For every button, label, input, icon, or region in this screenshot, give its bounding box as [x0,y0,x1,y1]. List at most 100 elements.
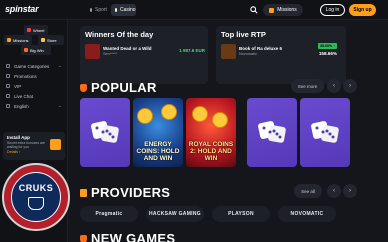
grid-icon [6,64,10,68]
fire-icon [80,83,87,92]
chevron-down-icon: ⌄ [57,103,62,109]
crown-icon [6,84,10,88]
missions-icon [269,7,275,13]
big-win-icon [24,48,28,52]
sidebar-item-live-chat[interactable]: Live Chat [0,91,68,101]
chevron-down-icon: ⌄ [57,63,62,69]
top-rtp-title: Top live RTP [221,30,266,39]
search-icon [250,6,258,14]
provider-name: HACKSAW GAMING [149,211,201,217]
sidebar-item-label: VIP [14,83,22,89]
new-games-title: NEW GAMES [91,231,176,242]
gift-icon [6,74,10,78]
logo-text: spinstar [5,4,39,14]
sidebar-item-language[interactable]: English ⌄ [0,101,68,111]
wheel-icon [27,28,31,32]
new-games-heading: NEW GAMES [80,231,175,242]
crest-icon [28,197,44,210]
signup-button[interactable]: Sign up [349,4,376,16]
missions-tile-label: Missions [13,37,29,43]
sidebar-item-vip[interactable]: VIP [0,81,68,91]
globe-icon [6,104,10,108]
provider-name: NOVOMATIC [290,211,324,217]
sidebar-item-promotions[interactable]: Promotions [0,71,68,81]
popular-heading: POPULAR [80,80,157,95]
providers-title: PROVIDERS [91,185,171,200]
popular-next-button[interactable]: › [343,79,357,93]
providers-heading: PROVIDERS [80,185,170,200]
login-button[interactable]: Log in [320,4,345,16]
nav-sport-button[interactable]: Sport [86,4,108,16]
providers-prev-button[interactable]: ‹ [327,184,341,198]
winner-game-name: Wanted Dead or a Wild [103,46,152,51]
missions-button[interactable]: Missions [263,4,303,16]
coin-icon [161,104,177,120]
star-icon [80,234,87,242]
dice-icon [258,121,286,143]
sidebar-tile-missions[interactable]: Missions [4,35,32,45]
game-title: ENERGY COINS: HOLD AND WIN [136,141,180,162]
nav-casino-button[interactable]: Casino [111,4,136,16]
provider-chip[interactable]: Pragmatic [80,206,138,222]
install-app-card[interactable]: Install App Secret extra bonuses are wai… [3,132,65,160]
provider-chip[interactable]: PLAYSON [212,206,270,222]
rtp-provider: Novomatic [239,52,257,56]
chevron-right-icon: › [349,83,351,89]
winner-user: Sen***** [103,52,118,56]
chevron-right-icon: › [349,188,351,194]
cruks-seal-inner: CRUKS [11,172,61,222]
site-logo[interactable]: spinstar [5,4,39,14]
providers-next-button[interactable]: › [343,184,357,198]
sidebar-item-label: Live Chat [14,93,34,99]
provider-chip[interactable]: NOVOMATIC [278,206,336,222]
provider-name: Pragmatic [95,211,123,217]
signup-label: Sign up [353,7,372,13]
coin-icon [137,108,153,124]
missions-icon [7,38,11,42]
game-card[interactable] [300,98,350,167]
chat-icon [6,94,10,98]
sidebar-menu: Game Categories ⌄ Promotions VIP Live Cha… [0,61,68,111]
ball-icon [90,8,92,12]
see-more-label: See more [297,83,318,89]
cruks-seal[interactable]: CRUKS [2,163,70,231]
sidebar-tile-wheel[interactable]: Wheel [24,25,48,35]
see-all-button[interactable]: See all [294,184,322,198]
nav-casino-label: Casino [120,7,136,13]
missions-label: Missions [277,7,297,13]
see-more-button[interactable]: See more [291,79,324,93]
see-all-label: See all [301,188,315,194]
game-thumbnail [85,43,100,59]
rtp-change-badge: 35.00% ↑ [318,43,337,49]
cruks-seal-text: CRUKS [18,183,54,193]
rtp-value: 158.66% [318,51,337,56]
dice-icon [91,121,119,143]
game-title: ROYAL COINS 2: HOLD AND WIN [188,141,234,162]
winners-card: Winners Of the day Wanted Dead or a Wild… [80,26,208,84]
game-card[interactable]: ENERGY COINS: HOLD AND WIN [133,98,183,167]
box-icon [80,188,87,197]
provider-chip[interactable]: HACKSAW GAMING [146,206,204,222]
rtp-row[interactable]: Book of Ra deluxe 6 Novomatic 35.00% ↑ 1… [221,43,341,59]
sidebar-item-label: Promotions [14,73,37,79]
sidebar-tile-store[interactable]: Store [38,35,64,45]
search-button[interactable] [248,4,260,16]
provider-name: PLAYSON [228,211,254,217]
popular-prev-button[interactable]: ‹ [327,79,341,93]
sidebar-item-game-categories[interactable]: Game Categories ⌄ [0,61,68,71]
install-app-details-link[interactable]: Details › [7,150,61,154]
nav-sport-label: Sport [95,7,107,13]
game-card[interactable] [247,98,297,167]
winner-row[interactable]: Wanted Dead or a Wild Sen***** 1 987.6 E… [85,43,205,59]
install-app-subtitle: Secret extra bonuses are waiting for you [7,141,45,149]
popular-title: POPULAR [91,80,157,95]
game-thumbnail [221,43,236,59]
game-card[interactable]: ROYAL COINS 2: HOLD AND WIN [186,98,236,167]
dice-icon [311,121,339,143]
main-content: Winners Of the day Wanted Dead or a Wild… [78,20,388,242]
store-label: Store [47,37,57,43]
chevron-left-icon: ‹ [333,83,335,89]
coin-icon [192,106,208,122]
sidebar-tile-big-win[interactable]: Big Win [21,45,51,55]
game-card[interactable] [80,98,130,167]
